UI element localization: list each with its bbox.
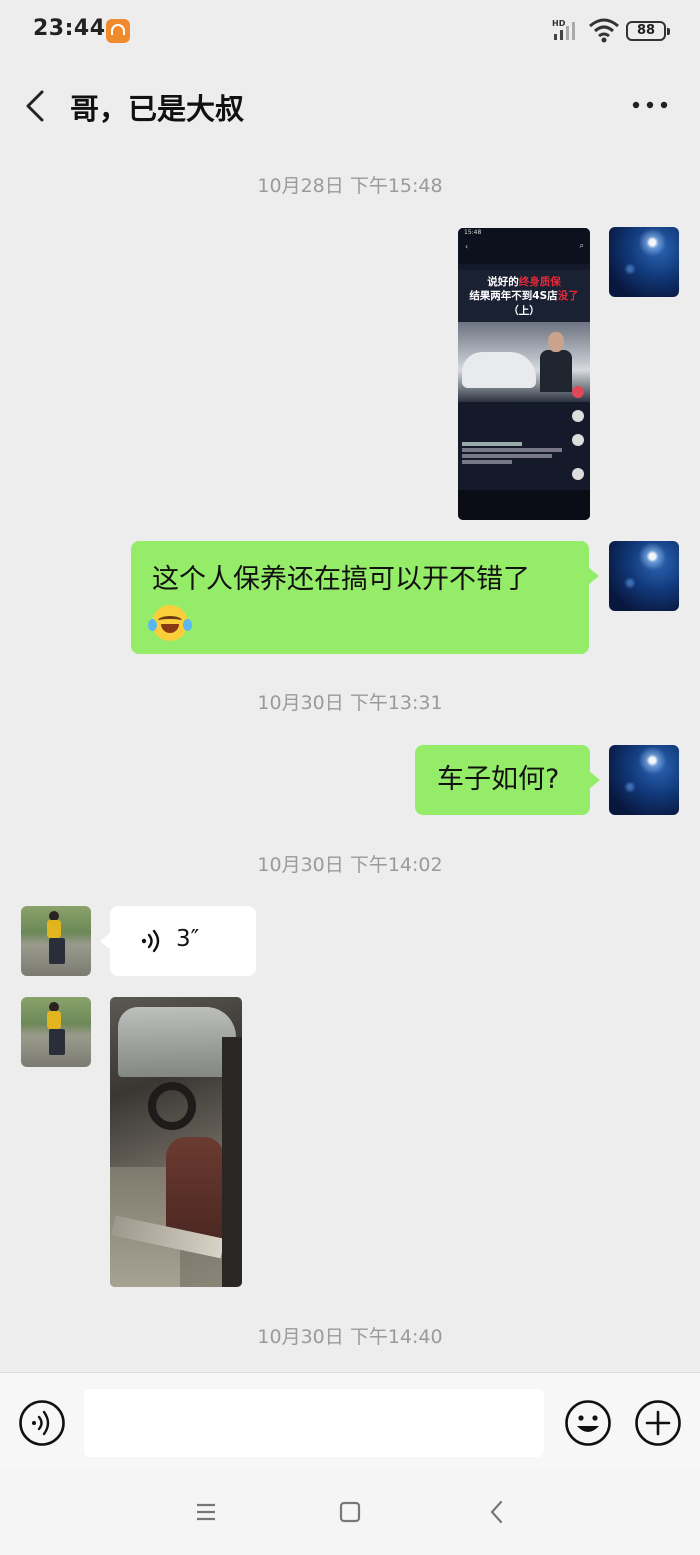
plus-circle-icon[interactable] bbox=[634, 1399, 682, 1447]
status-bar: 23:44 HD 88 bbox=[0, 0, 700, 62]
chat-title: 哥，已是大叔 bbox=[70, 92, 245, 126]
avatar-contact[interactable] bbox=[21, 906, 91, 976]
menu-icon[interactable] bbox=[195, 1500, 217, 1524]
shot-title-line2: 结果两年不到4S店没了 bbox=[469, 290, 579, 302]
wifi-icon bbox=[589, 18, 619, 43]
timestamp: 10月30日 下午14:02 bbox=[257, 854, 443, 876]
shot-title-line3: （上） bbox=[508, 305, 540, 317]
shot-time: 15:48 bbox=[464, 229, 482, 236]
message-text: 车子如何? bbox=[437, 764, 560, 795]
shot-search-icon: ⌕ bbox=[579, 241, 584, 250]
shot-back-icon: ‹ bbox=[465, 242, 469, 251]
laughing-tears-emoji-icon bbox=[148, 604, 192, 641]
back-icon[interactable] bbox=[486, 1499, 508, 1525]
home-square-icon[interactable] bbox=[339, 1501, 361, 1523]
shot-caption-lines bbox=[462, 440, 572, 466]
shot-title-box: 说好的终身质保 结果两年不到4S店没了 （上） bbox=[458, 270, 590, 322]
avatar-self[interactable] bbox=[609, 745, 679, 815]
battery-icon: 88 bbox=[626, 21, 670, 41]
shot-share-icon bbox=[572, 434, 584, 446]
shot-car-image bbox=[462, 352, 536, 388]
shot-like-icon bbox=[572, 386, 584, 398]
app-notification-icon bbox=[106, 19, 130, 43]
more-dots-icon[interactable] bbox=[628, 90, 672, 120]
timestamp: 10月28日 下午15:48 bbox=[257, 175, 443, 197]
voice-wave-icon bbox=[141, 929, 160, 953]
shot-music-icon bbox=[572, 468, 584, 480]
emoji-icon[interactable] bbox=[564, 1399, 612, 1447]
avatar-self[interactable] bbox=[609, 541, 679, 611]
shot-side-actions bbox=[570, 378, 586, 488]
car-interior-photo[interactable] bbox=[110, 997, 242, 1287]
shot-status-area: 15:48 ‹ ⌕ bbox=[458, 228, 590, 264]
timestamp: 10月30日 下午14:40 bbox=[257, 1326, 443, 1348]
system-nav-bar bbox=[0, 1470, 700, 1555]
voice-mode-icon[interactable] bbox=[18, 1399, 66, 1447]
input-bar bbox=[0, 1372, 700, 1471]
chevron-left-icon[interactable] bbox=[20, 86, 54, 126]
timestamp: 10月30日 下午13:31 bbox=[257, 692, 443, 714]
shared-video-screenshot[interactable]: 15:48 ‹ ⌕ 说好的终身质保 结果两年不到4S店没了 （上） bbox=[458, 228, 590, 520]
message-bubble-sent[interactable]: 这个人保养还在搞可以开不错了 bbox=[131, 541, 599, 654]
shot-comment-icon bbox=[572, 410, 584, 422]
avatar-self[interactable] bbox=[609, 227, 679, 297]
shot-bottom-bar bbox=[458, 490, 590, 520]
svg-text:HD: HD bbox=[552, 19, 566, 28]
hd-signal-icon: HD bbox=[552, 19, 575, 40]
message-bubble-sent[interactable]: 车子如何? bbox=[415, 745, 600, 815]
avatar-contact[interactable] bbox=[21, 997, 91, 1067]
status-time: 23:44 bbox=[33, 16, 106, 41]
voice-duration: 3″ bbox=[176, 926, 200, 952]
voice-message-bubble[interactable]: 3″ bbox=[100, 906, 256, 976]
message-text: 这个人保养还在搞可以开不错了 bbox=[152, 564, 530, 595]
shot-person-image bbox=[540, 332, 572, 392]
chat-header: 哥，已是大叔 bbox=[0, 62, 700, 148]
shot-title-line1: 说好的终身质保 bbox=[487, 276, 561, 288]
message-input[interactable] bbox=[84, 1389, 544, 1457]
